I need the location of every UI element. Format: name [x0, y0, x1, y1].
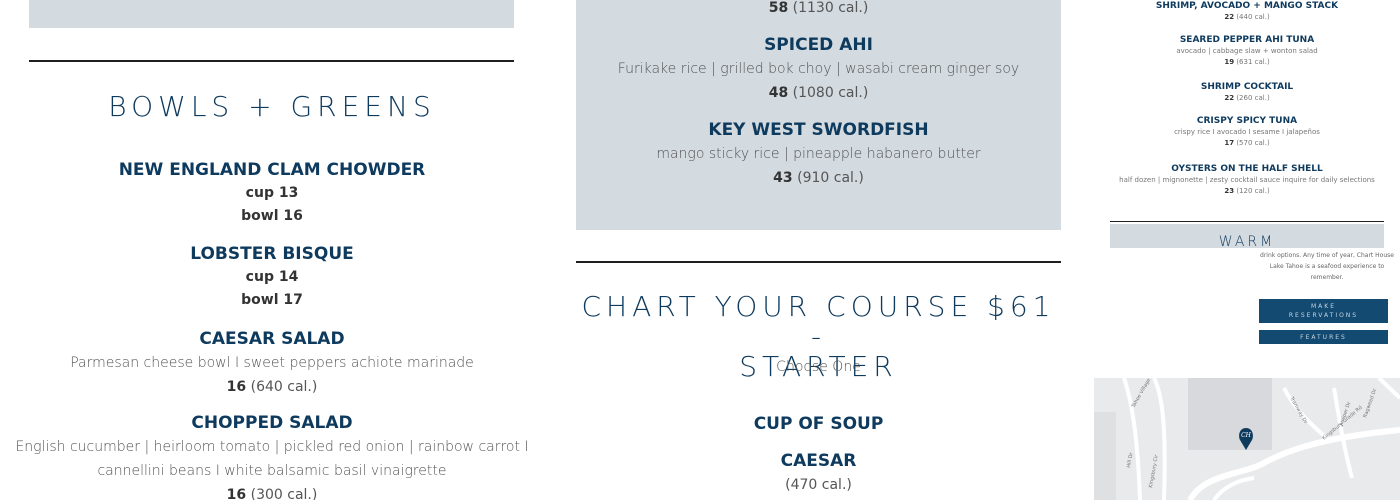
calories: (910 cal.)	[797, 170, 864, 186]
price-value: 17	[1224, 139, 1235, 147]
menu-item: SEARED PEPPER AHI TUNA avocado | cabbage…	[1110, 34, 1384, 68]
menu-item-description: half dozen | mignonette | zesty cocktail…	[1119, 176, 1375, 184]
section-divider	[576, 261, 1061, 263]
menu-item-description: mango sticky rice | pineapple habanero b…	[656, 146, 981, 162]
section-title-bowls-greens: BOWLS + GREENS	[108, 90, 436, 123]
calories: (631 cal.)	[1236, 58, 1270, 66]
calories: (1080 cal.)	[792, 85, 869, 101]
menu-item-price: 48 (1080 cal.)	[576, 81, 1061, 105]
menu-item-description: Furikake rice | grilled bok choy | wasab…	[617, 61, 1020, 77]
calories: (1130 cal.)	[792, 0, 869, 16]
make-reservations-button[interactable]: MAKE RESERVATIONS	[1259, 299, 1388, 323]
section-title-line: CHART YOUR COURSE $61 -	[581, 290, 1056, 353]
price-value: 43	[773, 170, 793, 186]
menu-item: CHOPPED SALAD English cucumber | heirloo…	[0, 411, 544, 500]
menu-item: CAESAR (470 cal.)	[576, 449, 1061, 497]
price-value: 16	[226, 487, 247, 500]
menu-item: NEW ENGLAND CLAM CHOWDER cup 13 bowl 16	[0, 158, 544, 228]
menu-item-description: English cucumber | heirloom tomato | pic…	[15, 439, 529, 455]
menu-item-price: 43 (910 cal.)	[576, 166, 1061, 190]
features-button[interactable]: FEATURES	[1259, 330, 1388, 344]
promo-text-line: remember.	[1310, 274, 1344, 281]
calories: (440 cal.)	[1236, 13, 1270, 21]
price-value: 19	[1224, 58, 1235, 66]
menu-item: SHRIMP, AVOCADO + MANGO STACK 22 (440 ca…	[1110, 0, 1384, 23]
menu-item-name: CUP OF SOUP	[753, 414, 884, 434]
menu-item-description: crispy rice I avocado I sesame I jalapeñ…	[1174, 128, 1320, 136]
menu-item-name: SHRIMP COCKTAIL	[1200, 82, 1294, 92]
svg-text:CH: CH	[1241, 432, 1252, 439]
left-menu-column: BOWLS + GREENS NEW ENGLAND CLAM CHOWDER …	[0, 0, 544, 500]
menu-item-price: 16 (640 cal.)	[0, 375, 544, 399]
menu-item-name: SHRIMP, AVOCADO + MANGO STACK	[1155, 1, 1339, 11]
section-divider	[29, 60, 514, 62]
menu-item-description-line2: cannellini beans I white balsamic basil …	[97, 463, 447, 479]
menu-item-price-row: 58 (1130 cal.)	[576, 0, 1061, 20]
menu-item-name: OYSTERS ON THE HALF SHELL	[1171, 164, 1323, 174]
promo-text-line: Lake Tahoe is a seafood experience to	[1269, 263, 1385, 270]
location-map[interactable]: Kingsbury Grade Rd Tramway Dr Hill Dr Ki…	[1094, 378, 1400, 500]
middle-menu-column: 58 (1130 cal.) SPICED AHI Furikake rice …	[576, 0, 1061, 500]
menu-item: SPICED AHI Furikake rice | grilled bok c…	[576, 33, 1061, 105]
section-divider	[1110, 221, 1384, 222]
calories: (260 cal.)	[1236, 94, 1270, 102]
menu-item: CUP OF SOUP	[576, 412, 1061, 436]
menu-item-price: 23 (120 cal.)	[1100, 186, 1394, 197]
menu-item: LOBSTER BISQUE cup 14 bowl 17	[0, 242, 544, 312]
menu-item: OYSTERS ON THE HALF SHELL half dozen | m…	[1100, 163, 1394, 197]
calories: (570 cal.)	[1236, 139, 1270, 147]
menu-item-size-price: bowl 16	[241, 208, 303, 224]
menu-item-name: CRISPY SPICY TUNA	[1196, 116, 1298, 126]
menu-item: CRISPY SPICY TUNA crispy rice I avocado …	[1110, 115, 1384, 149]
menu-item-price: 22 (440 cal.)	[1110, 12, 1384, 23]
menu-item-price: 16 (300 cal.)	[0, 483, 544, 500]
menu-item-price: 17 (570 cal.)	[1110, 138, 1384, 149]
menu-item-name: KEY WEST SWORDFISH	[708, 120, 929, 140]
menu-item: KEY WEST SWORDFISH mango sticky rice | p…	[576, 118, 1061, 190]
menu-item-name: SEARED PEPPER AHI TUNA	[1179, 35, 1315, 45]
promo-text-line: drink options. Any time of year, Chart H…	[1260, 252, 1394, 259]
calories: (300 cal.)	[250, 487, 318, 500]
section-subtitle: Choose One	[776, 359, 861, 375]
menu-item-price: 22 (260 cal.)	[1110, 93, 1384, 104]
image-placeholder-panel	[29, 0, 514, 28]
right-preview-column: SHRIMP, AVOCADO + MANGO STACK 22 (440 ca…	[1094, 0, 1400, 500]
menu-item-price: 58 (1130 cal.)	[576, 0, 1061, 20]
menu-item-description: Parmesan cheese bowl I sweet peppers ach…	[70, 355, 474, 371]
warm-section-panel: WARM	[1110, 224, 1384, 248]
price-value: 58	[768, 0, 789, 16]
button-label: RESERVATIONS	[1288, 312, 1359, 319]
menu-item-name: CHOPPED SALAD	[191, 413, 353, 433]
calories: (470 cal.)	[785, 477, 852, 493]
map-canvas: Kingsbury Grade Rd Tramway Dr Hill Dr Ki…	[1094, 378, 1400, 500]
price-value: 23	[1224, 187, 1235, 195]
section-title-warm: WARM	[1218, 234, 1276, 248]
menu-item-price: 19 (631 cal.)	[1110, 57, 1384, 68]
menu-item-size-price: bowl 17	[241, 292, 303, 308]
price-value: 16	[226, 379, 247, 395]
price-value: 48	[768, 85, 789, 101]
menu-item-description: avocado | cabbage slaw + wonton salad	[1176, 47, 1318, 55]
menu-item-size-price: cup 14	[245, 269, 299, 285]
menu-item-name: NEW ENGLAND CLAM CHOWDER	[118, 160, 426, 180]
menu-item: SHRIMP COCKTAIL 22 (260 cal.)	[1110, 81, 1384, 104]
price-value: 22	[1224, 13, 1235, 21]
calories: (120 cal.)	[1236, 187, 1270, 195]
menu-item-name: SPICED AHI	[764, 35, 873, 55]
price-value: 22	[1224, 94, 1235, 102]
calories: (640 cal.)	[250, 379, 318, 395]
menu-item-name: CAESAR	[780, 451, 857, 471]
promo-text: drink options. Any time of year, Chart H…	[1258, 250, 1396, 283]
menu-item-name: CAESAR SALAD	[199, 329, 345, 349]
menu-item: CAESAR SALAD Parmesan cheese bowl I swee…	[0, 327, 544, 399]
menu-item-size-price: cup 13	[245, 185, 299, 201]
button-label: MAKE	[1310, 303, 1336, 310]
menu-item-name: LOBSTER BISQUE	[190, 244, 354, 264]
